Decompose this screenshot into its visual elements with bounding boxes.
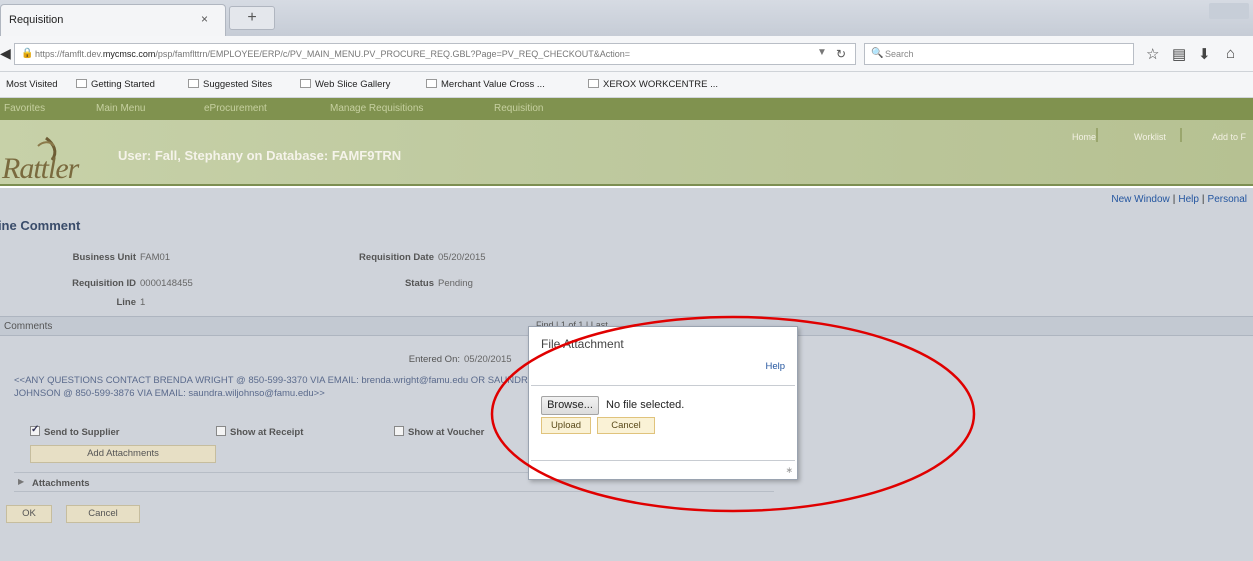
menu-requisition[interactable]: Requisition (494, 103, 543, 114)
show-at-voucher-checkbox[interactable]: Show at Voucher (394, 426, 484, 438)
browser-nav-bar: ◀ 🔒 https://famflt.dev.mycmsc.com/psp/fa… (0, 36, 1253, 72)
page-icon (426, 79, 437, 88)
file-status-text: No file selected. (606, 399, 685, 411)
checkbox-icon (394, 426, 404, 436)
browser-search-bar[interactable]: 🔍 Search (864, 43, 1134, 65)
resize-handle-icon[interactable]: ∗ (785, 465, 793, 476)
comment-line-1: <<ANY QUESTIONS CONTACT BRENDA WRIGHT @ … (14, 375, 535, 386)
requisition-date-label: Requisition Date (359, 252, 434, 263)
back-arrow-icon[interactable]: ◀ (0, 45, 11, 62)
menu-main-menu[interactable]: Main Menu (96, 103, 145, 114)
file-attachment-dialog: File Attachment Help Browse... No file s… (528, 326, 798, 480)
logo-text: Rattler (2, 152, 79, 185)
lock-icon: 🔒 (21, 48, 34, 59)
requisition-date-value: 05/20/2015 (438, 252, 486, 263)
dialog-help-link[interactable]: Help (765, 361, 785, 372)
checkbox-icon (216, 426, 226, 436)
upload-button[interactable]: Upload (541, 417, 591, 434)
send-to-supplier-checkbox[interactable]: Send to Supplier (30, 424, 119, 438)
rattler-logo: Rattler (2, 134, 122, 185)
status-value: Pending (438, 278, 473, 289)
new-window-link[interactable]: New Window (1111, 194, 1169, 205)
reload-icon[interactable]: ↻ (836, 47, 846, 61)
browse-button[interactable]: Browse... (541, 396, 599, 415)
status-label: Status (404, 278, 434, 289)
comment-text[interactable]: <<ANY QUESTIONS CONTACT BRENDA WRIGHT @ … (14, 374, 554, 406)
page-icon (188, 79, 199, 88)
page-icon (300, 79, 311, 88)
add-attachments-button[interactable]: Add Attachments (30, 445, 216, 463)
personalize-link[interactable]: Personal (1208, 194, 1247, 205)
dialog-title: File Attachment (541, 337, 624, 351)
attachments-label: Attachments (32, 478, 90, 489)
user-database-line: User: Fall, Stephany on Database: FAMF9T… (118, 148, 402, 163)
bookmark-xerox[interactable]: XEROX WORKCENTRE ... (588, 79, 718, 90)
checkbox-checked-icon (30, 424, 40, 436)
menu-eprocurement[interactable]: eProcurement (204, 103, 267, 114)
requisition-id-label: Requisition ID (72, 278, 136, 289)
dialog-cancel-button[interactable]: Cancel (597, 417, 655, 434)
entered-on-label: Entered On: (408, 354, 460, 365)
page-icon (76, 79, 87, 88)
business-unit-value: FAM01 (140, 252, 171, 263)
page-icon (588, 79, 599, 88)
entered-on-value: 05/20/2015 (464, 354, 512, 365)
bookmarks-bar: Most Visited Getting Started Suggested S… (0, 72, 1253, 98)
menu-favorites[interactable]: Favorites (4, 103, 45, 114)
bookmark-web-slice-gallery[interactable]: Web Slice Gallery (300, 79, 390, 90)
add-to-favorites-link[interactable]: Add to F (1212, 132, 1246, 142)
menu-manage-requisitions[interactable]: Manage Requisitions (330, 103, 423, 114)
bookmark-suggested-sites[interactable]: Suggested Sites (188, 79, 272, 90)
url-bar[interactable]: 🔒 https://famflt.dev.mycmsc.com/psp/famf… (14, 43, 856, 65)
home-link[interactable]: Home (1072, 132, 1096, 142)
show-at-receipt-checkbox[interactable]: Show at Receipt (216, 426, 303, 438)
browser-tab-bar: Requisition × + (0, 0, 1253, 36)
search-icon: 🔍 (871, 48, 884, 59)
bookmark-getting-started[interactable]: Getting Started (76, 79, 155, 90)
browser-tab[interactable]: Requisition × (0, 4, 226, 36)
bookmark-most-visited[interactable]: Most Visited (6, 79, 58, 90)
comment-line-2: JOHNSON @ 850-599-3876 VIA EMAIL: saundr… (14, 388, 325, 399)
reading-list-icon[interactable]: ▤ (1172, 45, 1186, 63)
home-icon[interactable]: ⌂ (1226, 45, 1235, 62)
cancel-button[interactable]: Cancel (66, 505, 140, 523)
line-value: 1 (140, 297, 146, 308)
bookmark-merchant-value[interactable]: Merchant Value Cross ... (426, 79, 545, 90)
search-placeholder: Search (885, 49, 914, 59)
worklist-link[interactable]: Worklist (1134, 132, 1166, 142)
requisition-id-value: 0000148455 (140, 278, 193, 289)
line-label: Line (116, 297, 136, 308)
tab-title: Requisition (9, 14, 64, 26)
header-divider (1096, 128, 1098, 142)
download-icon[interactable]: ⬇ (1198, 45, 1211, 63)
url-dropdown-icon[interactable]: ▼ (817, 47, 827, 58)
help-link[interactable]: Help (1178, 194, 1199, 205)
app-banner: Rattler User: Fall, Stephany on Database… (0, 120, 1253, 186)
header-divider (1180, 128, 1182, 142)
top-links: New Window | Help | Personal (1111, 194, 1247, 205)
expand-arrow-icon[interactable]: ▶ (18, 477, 24, 486)
page-title: Line Comment (0, 218, 81, 233)
app-menu-bar: Favorites Main Menu eProcurement Manage … (0, 98, 1253, 120)
bookmark-star-icon[interactable]: ☆ (1146, 45, 1159, 63)
url-text: https://famflt.dev.mycmsc.com/psp/famflt… (35, 49, 631, 59)
new-tab-button[interactable]: + (229, 6, 275, 30)
business-unit-label: Business Unit (72, 252, 136, 263)
window-controls[interactable] (1209, 3, 1249, 19)
ok-button[interactable]: OK (6, 505, 52, 523)
dialog-body: Browse... No file selected. Upload Cance… (531, 385, 795, 461)
close-tab-icon[interactable]: × (201, 12, 208, 26)
comments-section-title: Comments (4, 321, 53, 332)
